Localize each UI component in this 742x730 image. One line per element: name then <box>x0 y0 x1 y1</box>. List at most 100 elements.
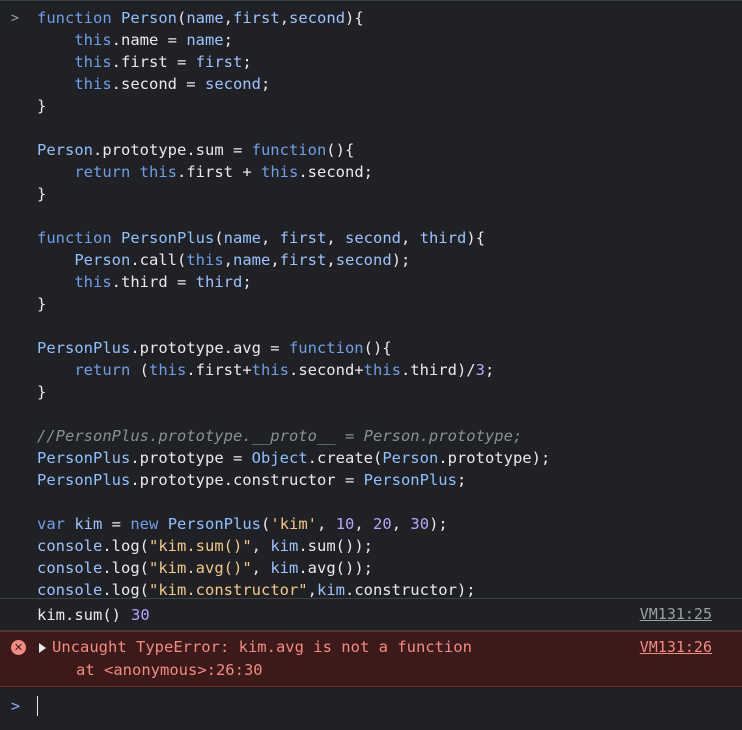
code-line[interactable]: } <box>37 293 742 315</box>
code-line[interactable]: this.name = name; <box>37 29 742 51</box>
code-line[interactable]: this.first = first; <box>37 51 742 73</box>
code-token: , <box>401 229 420 247</box>
code-token: first <box>279 229 327 247</box>
error-source-link[interactable]: VM131:26 <box>640 638 712 656</box>
console-input-entry[interactable]: > function Person(name,first,second){ th… <box>0 1 742 599</box>
code-token: ; <box>223 31 233 49</box>
expand-triangle-icon[interactable] <box>39 643 46 653</box>
code-line[interactable]: console.log("kim.constructor",kim.constr… <box>37 579 742 601</box>
code-token: Person <box>74 251 131 269</box>
prompt-chevron-icon: > <box>11 697 21 715</box>
code-line[interactable]: this.second = second; <box>37 73 742 95</box>
code-token: ); <box>391 251 411 269</box>
code-line[interactable]: } <box>37 95 742 117</box>
code-token: first <box>233 9 280 27</box>
code-token: kim <box>270 559 299 577</box>
code-token: } <box>37 97 47 115</box>
code-block[interactable]: function Person(name,first,second){ this… <box>0 7 742 601</box>
code-token: , <box>307 581 317 599</box>
code-token: ( <box>130 361 149 379</box>
code-token: .prototype.constructor = <box>130 471 364 489</box>
code-token: Object <box>251 449 308 467</box>
code-token: , <box>391 515 411 533</box>
code-line[interactable]: } <box>37 183 742 205</box>
code-token: (){ <box>326 141 355 159</box>
code-token: } <box>37 383 47 401</box>
error-message: Uncaught TypeError: kim.avg is not a fun… <box>52 638 472 656</box>
code-token: ; <box>242 53 252 71</box>
code-token: ){ <box>466 229 486 247</box>
code-line[interactable] <box>37 403 742 425</box>
code-line[interactable]: var kim = new PersonPlus('kim', 10, 20, … <box>37 513 742 535</box>
console-prompt-line[interactable]: > <box>0 687 742 727</box>
log-label: kim.sum() <box>37 605 121 624</box>
code-line[interactable]: console.log("kim.avg()", kim.avg()); <box>37 557 742 579</box>
code-token: var <box>37 515 65 533</box>
code-line[interactable] <box>37 315 742 337</box>
code-line[interactable] <box>37 117 742 139</box>
code-token: .log( <box>102 581 149 599</box>
code-line[interactable]: function Person(name,first,second){ <box>37 7 742 29</box>
code-token: ( <box>261 515 271 533</box>
code-line[interactable] <box>37 491 742 513</box>
code-token: .create( <box>307 449 383 467</box>
code-token: second <box>204 75 261 93</box>
text-caret <box>37 696 38 716</box>
source-link[interactable]: VM131:25 <box>640 605 712 623</box>
code-line[interactable]: console.log("kim.sum()", kim.sum()); <box>37 535 742 557</box>
code-token: this <box>74 75 112 93</box>
code-line[interactable]: this.third = third; <box>37 271 742 293</box>
code-line[interactable]: Person.call(this,name,first,second); <box>37 249 742 271</box>
code-token: this <box>363 361 401 379</box>
code-token: .third = <box>111 273 196 291</box>
code-token: this <box>149 361 187 379</box>
code-token: this <box>74 273 112 291</box>
code-token: ; <box>242 273 252 291</box>
code-token: .second+ <box>288 361 364 379</box>
code-line[interactable] <box>37 205 742 227</box>
code-token: function <box>251 141 327 159</box>
code-token: } <box>37 185 47 203</box>
code-line[interactable]: return this.first + this.second; <box>37 161 742 183</box>
error-stack-trace: at <anonymous>:26:30 <box>76 661 263 679</box>
error-icon: ✕ <box>11 640 26 655</box>
code-token: .first+ <box>186 361 252 379</box>
code-line[interactable]: PersonPlus.prototype.avg = function(){ <box>37 337 742 359</box>
code-token: function <box>288 339 364 357</box>
code-line[interactable]: Person.prototype.sum = function(){ <box>37 139 742 161</box>
code-token: .first + <box>177 163 261 181</box>
code-token: "kim.avg()" <box>149 559 252 577</box>
code-token: .second = <box>111 75 205 93</box>
code-line[interactable]: } <box>37 381 742 403</box>
code-token: .second; <box>298 163 373 181</box>
code-token: .constructor); <box>344 581 476 599</box>
code-token: PersonPlus <box>363 471 457 489</box>
code-token: .avg()); <box>298 559 373 577</box>
code-token: PersonPlus <box>167 515 262 533</box>
code-token: 'kim' <box>270 515 318 533</box>
code-token: second <box>345 229 402 247</box>
code-token: kim <box>74 515 103 533</box>
code-line[interactable]: PersonPlus.prototype = Object.create(Per… <box>37 447 742 469</box>
code-line[interactable]: PersonPlus.prototype.constructor = Perso… <box>37 469 742 491</box>
code-line[interactable]: //PersonPlus.prototype.__proto__ = Perso… <box>37 425 742 447</box>
code-token: "kim.sum()" <box>149 537 252 555</box>
code-token: 3 <box>475 361 485 379</box>
code-line[interactable]: return (this.first+this.second+this.thir… <box>37 359 742 381</box>
code-token: this <box>186 251 224 269</box>
code-token: "kim.constructor" <box>149 581 308 599</box>
code-token: Person <box>37 141 93 159</box>
code-line[interactable]: function PersonPlus(name, first, second,… <box>37 227 742 249</box>
code-token: .first = <box>111 53 196 71</box>
code-token: .prototype.sum = <box>93 141 252 159</box>
code-token: } <box>37 295 47 313</box>
